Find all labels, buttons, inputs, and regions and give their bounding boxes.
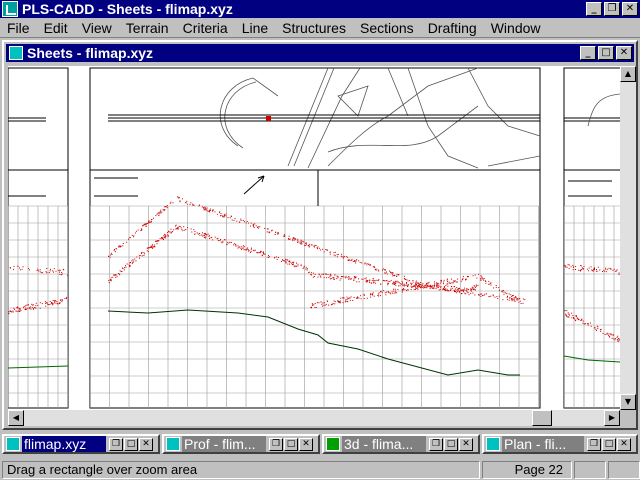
task-label: Prof - flim... [182,436,266,452]
task-maximize-button[interactable]: □ [124,437,138,451]
app-icon[interactable] [2,1,18,17]
menu-terrain[interactable]: Terrain [119,20,176,36]
app-titlebar[interactable]: PLS-CADD - Sheets - flimap.xyz _ ❐ ✕ [0,0,640,18]
window-close-button[interactable]: ✕ [616,46,632,60]
main-sheet [89,67,541,409]
task-label: flimap.xyz [22,436,106,452]
vertical-scrollbar[interactable]: ▲ ▼ [620,66,636,410]
window-maximize-button[interactable]: □ [598,46,614,60]
sheets-icon[interactable] [9,46,23,60]
scroll-right-button[interactable]: ▶ [604,410,620,426]
task-label: 3d - flima... [342,436,426,452]
app-title: PLS-CADD - Sheets - flimap.xyz [22,1,233,17]
scroll-up-button[interactable]: ▲ [620,66,636,82]
menu-structures[interactable]: Structures [275,20,353,36]
sheets-window-title: Sheets - flimap.xyz [27,45,154,61]
task-label: Plan - fli... [502,436,584,452]
task-profile[interactable]: Prof - flim... ❐ □ ✕ [162,434,320,454]
task-maximize-button[interactable]: □ [602,437,616,451]
menu-window[interactable]: Window [484,20,548,36]
sheet-drawing[interactable] [8,66,620,410]
task-restore-button[interactable]: ❐ [109,437,123,451]
task-plan[interactable]: Plan - fli... ❐ □ ✕ [482,434,638,454]
menu-view[interactable]: View [75,20,119,36]
minimized-windows-bar: flimap.xyz ❐ □ ✕ Prof - flim... ❐ □ ✕ 3d… [0,434,640,456]
horizontal-scrollbar[interactable]: ◀ ▶ [8,410,620,426]
sheets-window: Sheets - flimap.xyz _ □ ✕ ▲ ▼ ◀ ▶ [2,40,638,430]
task-restore-button[interactable]: ❐ [269,437,283,451]
status-cell [608,461,640,479]
sheet-canvas[interactable] [8,66,620,410]
horizontal-scroll-thumb[interactable] [532,410,552,426]
status-message: Drag a rectangle over zoom area [2,461,480,479]
sheets-icon [6,437,20,451]
structure-marker[interactable] [266,116,271,121]
window-minimize-button[interactable]: _ [580,46,596,60]
menu-criteria[interactable]: Criteria [176,20,235,36]
app-close-button[interactable]: ✕ [622,2,638,16]
menu-sections[interactable]: Sections [353,20,421,36]
menu-edit[interactable]: Edit [37,20,75,36]
app-minimize-button[interactable]: _ [586,2,602,16]
task-flimap[interactable]: flimap.xyz ❐ □ ✕ [2,434,160,454]
scroll-down-button[interactable]: ▼ [620,394,636,410]
profile-icon [166,437,180,451]
task-restore-button[interactable]: ❐ [429,437,443,451]
menu-file[interactable]: File [0,20,37,36]
task-close-button[interactable]: ✕ [459,437,473,451]
status-page: Page 22 [482,461,572,479]
task-close-button[interactable]: ✕ [617,437,631,451]
app-restore-button[interactable]: ❐ [604,2,620,16]
task-close-button[interactable]: ✕ [139,437,153,451]
left-sheet [8,67,69,409]
3d-view-icon [326,437,340,451]
status-bar: Drag a rectangle over zoom area Page 22 [0,460,640,480]
task-restore-button[interactable]: ❐ [587,437,601,451]
task-maximize-button[interactable]: □ [284,437,298,451]
plan-view-icon [486,437,500,451]
task-maximize-button[interactable]: □ [444,437,458,451]
ground-profile-line [107,309,520,376]
task-close-button[interactable]: ✕ [299,437,313,451]
north-arrow-icon [243,175,265,195]
menu-bar: File Edit View Terrain Criteria Line Str… [0,18,640,38]
status-cell [574,461,606,479]
menu-drafting[interactable]: Drafting [421,20,484,36]
right-sheet [563,67,620,409]
menu-line[interactable]: Line [235,20,275,36]
sheets-window-titlebar[interactable]: Sheets - flimap.xyz _ □ ✕ [6,44,634,62]
scroll-left-button[interactable]: ◀ [8,410,24,426]
task-3d[interactable]: 3d - flima... ❐ □ ✕ [322,434,480,454]
